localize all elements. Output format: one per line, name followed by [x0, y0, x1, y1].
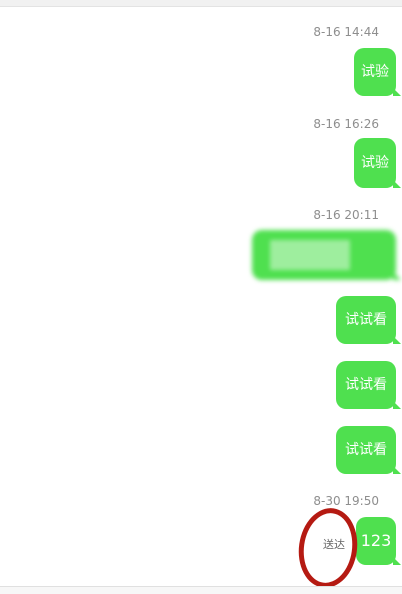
message-timestamp: 8-16 20:11: [313, 208, 379, 222]
message-timestamp: 8-16 16:26: [313, 117, 379, 131]
top-divider: [0, 0, 402, 7]
annotation-circle: [293, 504, 363, 592]
redaction-overlay: [270, 240, 350, 270]
message-bubble[interactable]: 试试看: [336, 296, 401, 344]
message-bubble[interactable]: 试验: [354, 138, 401, 188]
message-timestamp: 8-16 14:44: [313, 25, 379, 39]
message-timestamp: 8-30 19:50: [313, 494, 379, 508]
chat-screen: 8-16 14:44 试验 8-16 16:26 试验 8-16 20:11 试…: [0, 0, 402, 594]
message-bubble[interactable]: 试验: [354, 48, 401, 96]
message-bubble[interactable]: 试试看: [336, 361, 401, 409]
message-bubble[interactable]: 123: [356, 517, 401, 565]
input-bar-edge: [0, 586, 402, 594]
message-bubble[interactable]: 试试看: [336, 426, 401, 474]
